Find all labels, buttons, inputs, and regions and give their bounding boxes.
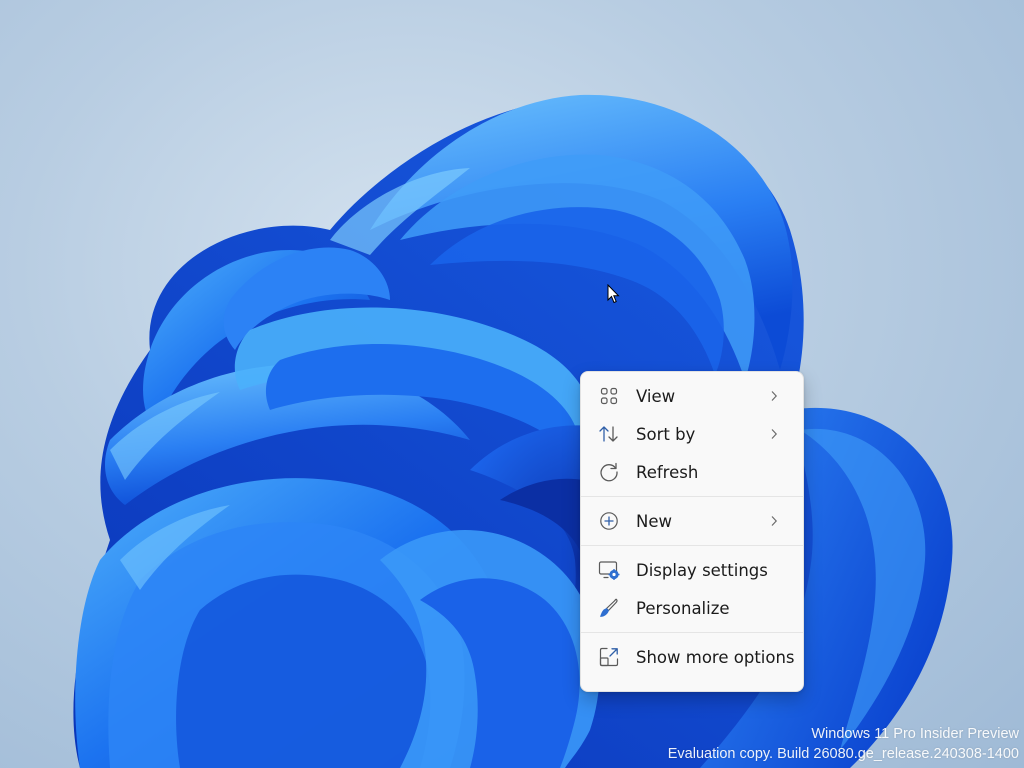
grid-view-icon (598, 385, 620, 407)
menu-item-label: Sort by (636, 424, 696, 444)
menu-item-view[interactable]: View (585, 378, 799, 414)
menu-separator (581, 632, 803, 633)
show-more-options-icon (598, 646, 620, 668)
menu-item-label: Show more options (636, 647, 795, 667)
menu-item-show-more-options[interactable]: Show more options (585, 639, 799, 675)
menu-separator (581, 545, 803, 546)
brush-icon (598, 597, 620, 619)
menu-item-personalize[interactable]: Personalize (585, 590, 799, 626)
menu-item-label: View (636, 386, 676, 406)
menu-item-new[interactable]: New (585, 503, 799, 539)
watermark-build: Evaluation copy. Build 26080.ge_release.… (667, 746, 1019, 762)
menu-item-label: Personalize (636, 598, 730, 618)
refresh-icon (598, 461, 620, 483)
menu-item-label: New (636, 511, 672, 531)
mouse-cursor-icon (607, 284, 620, 304)
chevron-right-icon (769, 389, 779, 403)
menu-item-display-settings[interactable]: Display settings (585, 552, 799, 588)
watermark-edition: Windows 11 Pro Insider Preview (811, 726, 1019, 742)
wallpaper-bloom (73, 94, 953, 768)
windows-watermark: Windows 11 Pro Insider Preview Evaluatio… (668, 724, 1019, 764)
desktop[interactable]: View Sort by Refresh New Display setting… (0, 0, 1024, 768)
menu-item-sort-by[interactable]: Sort by (585, 416, 799, 452)
chevron-right-icon (769, 514, 779, 528)
menu-item-label: Refresh (636, 462, 699, 482)
menu-item-label: Display settings (636, 560, 768, 580)
plus-circle-icon (598, 510, 620, 532)
display-settings-icon (598, 559, 620, 581)
desktop-context-menu: View Sort by Refresh New Display setting… (580, 371, 804, 692)
menu-separator (581, 496, 803, 497)
sort-arrows-icon (598, 423, 620, 445)
menu-item-refresh[interactable]: Refresh (585, 454, 799, 490)
chevron-right-icon (769, 427, 779, 441)
